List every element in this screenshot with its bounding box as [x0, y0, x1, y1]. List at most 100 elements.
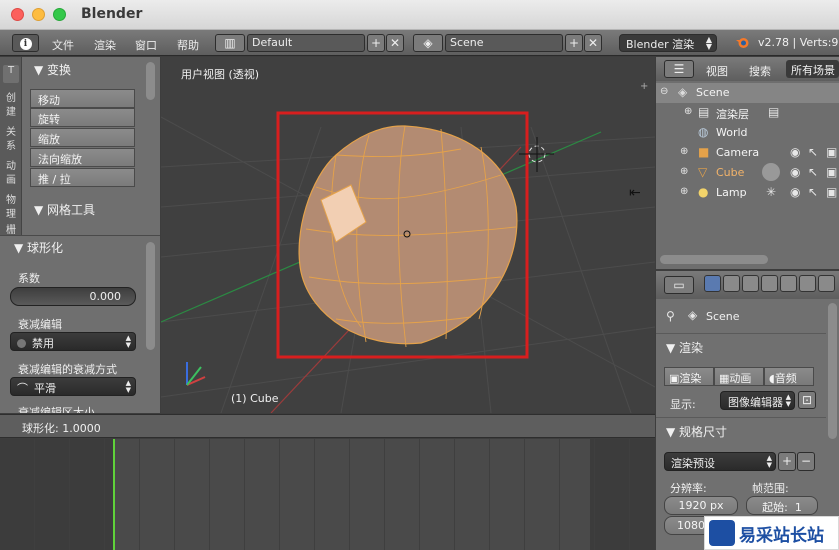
- outliner-row[interactable]: ⊖ ◈ Scene: [656, 83, 839, 103]
- editor-type-button[interactable]: i: [12, 34, 39, 52]
- expand-icon[interactable]: ⊕: [680, 166, 688, 177]
- render-tab-icon[interactable]: [704, 275, 721, 292]
- render-animation-label: 动画: [729, 372, 752, 385]
- collapse-icon[interactable]: ⊖: [660, 86, 668, 97]
- tool-shelf-scrollbar[interactable]: [146, 62, 155, 100]
- outliner-row[interactable]: ⊕ ● Lamp ✳ ◉ ↖ ▣: [656, 183, 839, 203]
- close-window-button[interactable]: [11, 8, 24, 21]
- pin-icon[interactable]: ⚲: [666, 309, 675, 323]
- layout-selector[interactable]: ▥: [215, 34, 245, 52]
- operator-scrollbar[interactable]: [146, 242, 155, 350]
- rotate-button[interactable]: 旋转: [30, 108, 135, 127]
- select-arrow-icon[interactable]: ↖: [808, 185, 818, 199]
- outliner-item-lamp[interactable]: Lamp: [716, 186, 747, 199]
- layout-name-field[interactable]: Default: [247, 34, 365, 52]
- tab-animation[interactable]: 动: [3, 157, 19, 172]
- falloff-size-label: 衰减编辑区大小: [18, 406, 95, 413]
- menu-help[interactable]: 帮助: [177, 37, 199, 53]
- tab-relations[interactable]: 关: [3, 123, 19, 138]
- outliner-editor-button[interactable]: ☰: [664, 60, 694, 78]
- outliner-item-world[interactable]: World: [716, 126, 748, 139]
- display-dropdown[interactable]: 图像编辑器 ▲ ▼: [720, 391, 795, 410]
- add-layout-button[interactable]: +: [367, 34, 385, 52]
- falloff-edit-dropdown[interactable]: 禁用 ▲ ▼: [10, 332, 136, 351]
- object-tab-icon[interactable]: [780, 275, 797, 292]
- outliner-h-scrollbar[interactable]: [660, 255, 768, 264]
- falloff-mode-dropdown[interactable]: ⌒ 平滑 ▲ ▼: [10, 377, 136, 396]
- info-header: i 文件 渲染 窗口 帮助 ▥ Default + ✕ ◈ Scene + ✕ …: [0, 30, 839, 56]
- delete-scene-button[interactable]: ✕: [584, 34, 602, 52]
- outliner-filter-dropdown[interactable]: 所有场景: [786, 60, 839, 78]
- mesh-tools-panel-header[interactable]: ▼ 网格工具: [34, 201, 95, 218]
- remove-preset-button[interactable]: −: [797, 452, 815, 471]
- render-audio-button[interactable]: ◖音频: [764, 367, 814, 386]
- add-preset-button[interactable]: +: [778, 452, 796, 471]
- dimensions-panel-header[interactable]: ▼ 规格尺寸: [666, 423, 727, 440]
- scene-tab-icon[interactable]: [742, 275, 759, 292]
- render-image-button[interactable]: ▣渲染: [664, 367, 714, 386]
- transform-panel-header[interactable]: ▼ 变换: [34, 61, 71, 78]
- render-layers-tab-icon[interactable]: [723, 275, 740, 292]
- scene-selector[interactable]: ◈: [413, 34, 443, 52]
- properties-editor-button[interactable]: ▭: [664, 276, 694, 294]
- tab-physics-2[interactable]: 理: [3, 205, 19, 220]
- outliner-search-menu[interactable]: 搜索: [749, 63, 771, 79]
- tab-create[interactable]: 创: [3, 89, 19, 104]
- timeline-area[interactable]: [0, 439, 655, 550]
- properties-scrollbar[interactable]: [828, 303, 837, 439]
- 3d-viewport[interactable]: ⇤ 用户视图 (透视) (1) Cube +: [161, 57, 655, 413]
- menu-file[interactable]: 文件: [52, 37, 74, 53]
- resolution-x-field[interactable]: 1920 px: [664, 496, 738, 515]
- outliner-row[interactable]: ⊕ ▤ 渲染层 ▤: [656, 103, 839, 123]
- render-panel-header[interactable]: ▼ 渲染: [666, 339, 703, 356]
- operator-panel-header[interactable]: ▼ 球形化: [14, 239, 63, 256]
- render-camera-icon[interactable]: ▣: [826, 165, 837, 179]
- factor-slider[interactable]: 0.000: [10, 287, 136, 306]
- plus-icon[interactable]: +: [640, 81, 648, 92]
- shrink-fatten-button[interactable]: 法向缩放: [30, 148, 135, 167]
- outliner-row[interactable]: ⊕ ■ Camera ◉ ↖ ▣: [656, 143, 839, 163]
- tab-grease[interactable]: 栅: [3, 221, 19, 236]
- expand-icon[interactable]: ⊕: [684, 106, 692, 117]
- select-arrow-icon[interactable]: ↖: [808, 145, 818, 159]
- outliner-view-menu[interactable]: 视图: [706, 63, 728, 79]
- world-tab-icon[interactable]: [761, 275, 778, 292]
- visibility-eye-icon[interactable]: ◉: [790, 145, 800, 159]
- tab-animation-2[interactable]: 画: [3, 171, 19, 186]
- render-engine-dropdown[interactable]: Blender 渲染 ▲ ▼: [619, 34, 717, 52]
- tab-create-2[interactable]: 建: [3, 103, 19, 118]
- expand-icon[interactable]: ⊕: [680, 146, 688, 157]
- add-scene-button[interactable]: +: [565, 34, 583, 52]
- render-presets-dropdown[interactable]: 渲染预设 ▲ ▼: [664, 452, 776, 471]
- maximize-window-button[interactable]: [53, 8, 66, 21]
- outliner-item-cube[interactable]: Cube: [716, 166, 744, 179]
- tab-physics[interactable]: 物: [3, 191, 19, 206]
- visibility-eye-icon[interactable]: ◉: [790, 165, 800, 179]
- visibility-eye-icon[interactable]: ◉: [790, 185, 800, 199]
- outliner-item-camera[interactable]: Camera: [716, 146, 759, 159]
- render-camera-icon[interactable]: ▣: [826, 145, 837, 159]
- outliner-row[interactable]: ⊕ ▽ Cube ◉ ↖ ▣: [656, 163, 839, 183]
- start-frame-field[interactable]: 起始: 1: [746, 496, 818, 515]
- render-camera-icon[interactable]: ▣: [826, 185, 837, 199]
- delete-layout-button[interactable]: ✕: [386, 34, 404, 52]
- constraints-tab-icon[interactable]: [799, 275, 816, 292]
- outliner-item-render-layers[interactable]: 渲染层: [716, 106, 749, 122]
- minimize-window-button[interactable]: [32, 8, 45, 21]
- scene-name-field[interactable]: Scene: [445, 34, 563, 52]
- scale-button[interactable]: 缩放: [30, 128, 135, 147]
- expand-icon[interactable]: ⊕: [680, 186, 688, 197]
- render-layers-icon: ▤: [768, 105, 780, 119]
- outliner-row[interactable]: ◍ World: [656, 123, 839, 143]
- tab-tools[interactable]: T: [3, 65, 19, 83]
- menu-render[interactable]: 渲染: [94, 37, 116, 53]
- menu-window[interactable]: 窗口: [135, 37, 157, 53]
- tab-relations-2[interactable]: 系: [3, 137, 19, 152]
- translate-button[interactable]: 移动: [30, 89, 135, 108]
- render-animation-button[interactable]: ▦动画: [714, 367, 764, 386]
- modifiers-tab-icon[interactable]: [818, 275, 835, 292]
- outliner-item-scene[interactable]: Scene: [696, 86, 730, 99]
- lock-interface-button[interactable]: ⊡: [798, 391, 816, 409]
- select-arrow-icon[interactable]: ↖: [808, 165, 818, 179]
- push-pull-button[interactable]: 推 / 拉: [30, 168, 135, 187]
